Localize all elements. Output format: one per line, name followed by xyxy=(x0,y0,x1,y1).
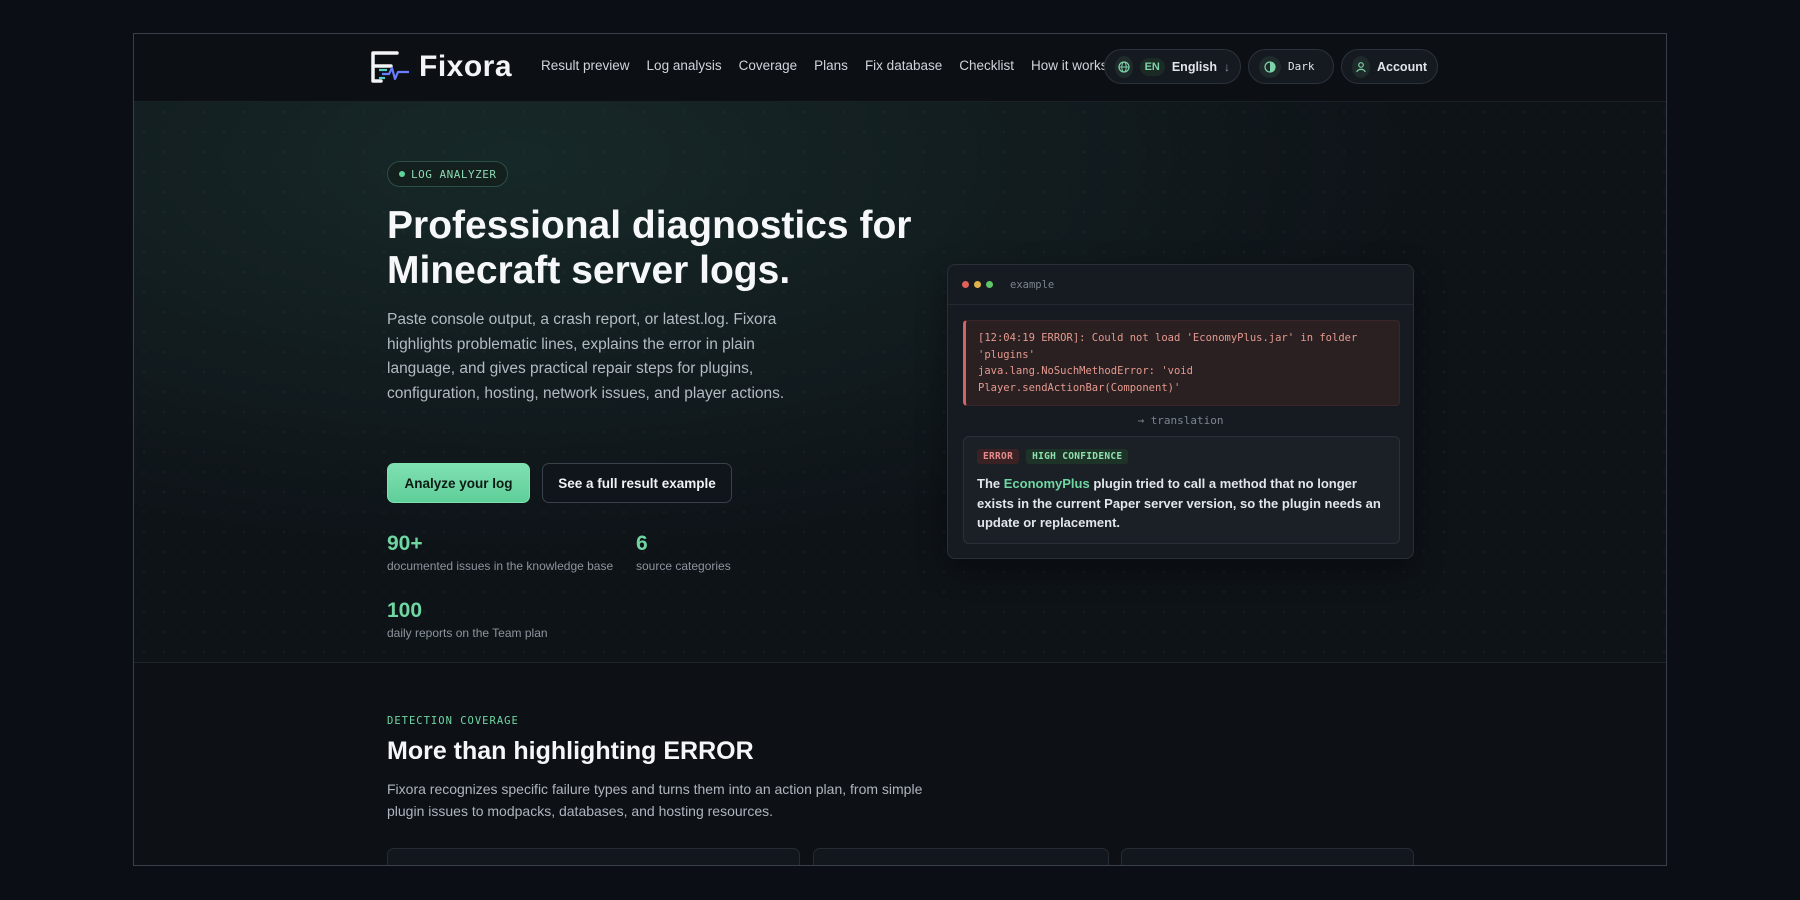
theme-toggle[interactable]: Dark xyxy=(1248,49,1334,84)
top-nav: Fixora Result preview Log analysis Cover… xyxy=(134,34,1666,102)
example-result-card: example [12:04:19 ERROR]: Could not load… xyxy=(947,264,1414,559)
nav-link-coverage[interactable]: Coverage xyxy=(739,58,798,73)
stat-daily-reports: 100 daily reports on the Team plan xyxy=(387,599,548,640)
window-dot-green-icon xyxy=(986,281,993,288)
coverage-description: Fixora recognizes specific failure types… xyxy=(387,781,923,819)
user-icon xyxy=(1352,55,1370,78)
window-dot-yellow-icon xyxy=(974,281,981,288)
arrow-down-icon: ↓ xyxy=(1224,59,1230,74)
stat-source-categories: 6 source categories xyxy=(636,532,731,573)
explanation-text: The EconomyPlus plugin tried to call a m… xyxy=(977,474,1386,533)
language-label: English xyxy=(1171,59,1217,74)
stat-value: 6 xyxy=(636,532,648,555)
stat-documented-issues: 90+ documented issues in the knowledge b… xyxy=(387,532,613,573)
coverage-card xyxy=(1121,848,1414,865)
nav-link-how-it-works[interactable]: How it works xyxy=(1031,58,1108,73)
log-line: java.lang.NoSuchMethodError: 'void xyxy=(978,365,1193,377)
coverage-kicker: DETECTION COVERAGE xyxy=(387,715,519,727)
translation-label: translation xyxy=(1150,414,1224,427)
card-header: example xyxy=(948,265,1413,305)
hero-description: Paste console output, a crash report, or… xyxy=(387,311,785,402)
hero-section: LOG ANALYZER Professional diagnostics fo… xyxy=(134,102,1666,663)
hero-badge-label: LOG ANALYZER xyxy=(411,167,497,181)
account-label: Account xyxy=(1377,59,1427,74)
hero-title: Professional diagnostics for Minecraft s… xyxy=(387,204,912,292)
nav-link-fix-database[interactable]: Fix database xyxy=(865,58,942,73)
translation-divider: → translation xyxy=(948,414,1413,427)
stat-label: daily reports on the Team plan xyxy=(387,626,548,640)
brand-logo[interactable]: Fixora xyxy=(369,50,512,84)
window-dot-red-icon xyxy=(962,281,969,288)
nav-link-checklist[interactable]: Checklist xyxy=(959,58,1014,73)
coverage-card xyxy=(813,848,1109,865)
analyze-log-button[interactable]: Analyze your log xyxy=(387,463,530,503)
nav-links: Result preview Log analysis Coverage Pla… xyxy=(541,58,1108,73)
severity-badge: ERROR xyxy=(977,449,1020,464)
stat-value: 90+ xyxy=(387,532,423,555)
account-button[interactable]: Account xyxy=(1341,49,1438,84)
plugin-name: EconomyPlus xyxy=(1003,476,1090,491)
tag-row: ERROR HIGH CONFIDENCE xyxy=(977,449,1386,464)
coverage-card xyxy=(387,848,800,865)
browser-viewport: Fixora Result preview Log analysis Cover… xyxy=(133,33,1667,866)
stat-label: documented issues in the knowledge base xyxy=(387,559,614,573)
stat-label: source categories xyxy=(636,559,731,573)
explanation-before: The xyxy=(977,476,1004,491)
nav-link-log-analysis[interactable]: Log analysis xyxy=(647,58,722,73)
log-line: Player.sendActionBar(Component)' xyxy=(978,381,1181,394)
contrast-icon xyxy=(1259,55,1281,78)
nav-link-result-preview[interactable]: Result preview xyxy=(541,58,630,73)
confidence-badge: HIGH CONFIDENCE xyxy=(1026,449,1129,464)
hero-badge: LOG ANALYZER xyxy=(387,161,509,187)
language-code: EN xyxy=(1139,57,1165,76)
stat-value: 100 xyxy=(387,599,423,622)
brand-name: Fixora xyxy=(419,50,513,83)
theme-label: Dark xyxy=(1288,60,1315,73)
full-result-example-button[interactable]: See a full result example xyxy=(542,463,732,503)
card-title: example xyxy=(1010,278,1055,291)
explanation-box: ERROR HIGH CONFIDENCE The EconomyPlus pl… xyxy=(963,436,1400,544)
fixora-logo-icon xyxy=(371,51,409,83)
language-selector[interactable]: EN English ↓ xyxy=(1104,49,1241,84)
arrow-right-icon: → xyxy=(1137,414,1145,427)
log-line: [12:04:19 ERROR]: Could not load 'Econom… xyxy=(978,332,1358,344)
status-dot-icon xyxy=(399,171,405,177)
globe-icon xyxy=(1115,55,1133,78)
coverage-title: More than highlighting ERROR xyxy=(387,737,754,765)
nav-link-plans[interactable]: Plans xyxy=(814,58,848,73)
log-line: 'plugins' xyxy=(978,348,1035,361)
log-excerpt: [12:04:19 ERROR]: Could not load 'Econom… xyxy=(963,320,1400,406)
